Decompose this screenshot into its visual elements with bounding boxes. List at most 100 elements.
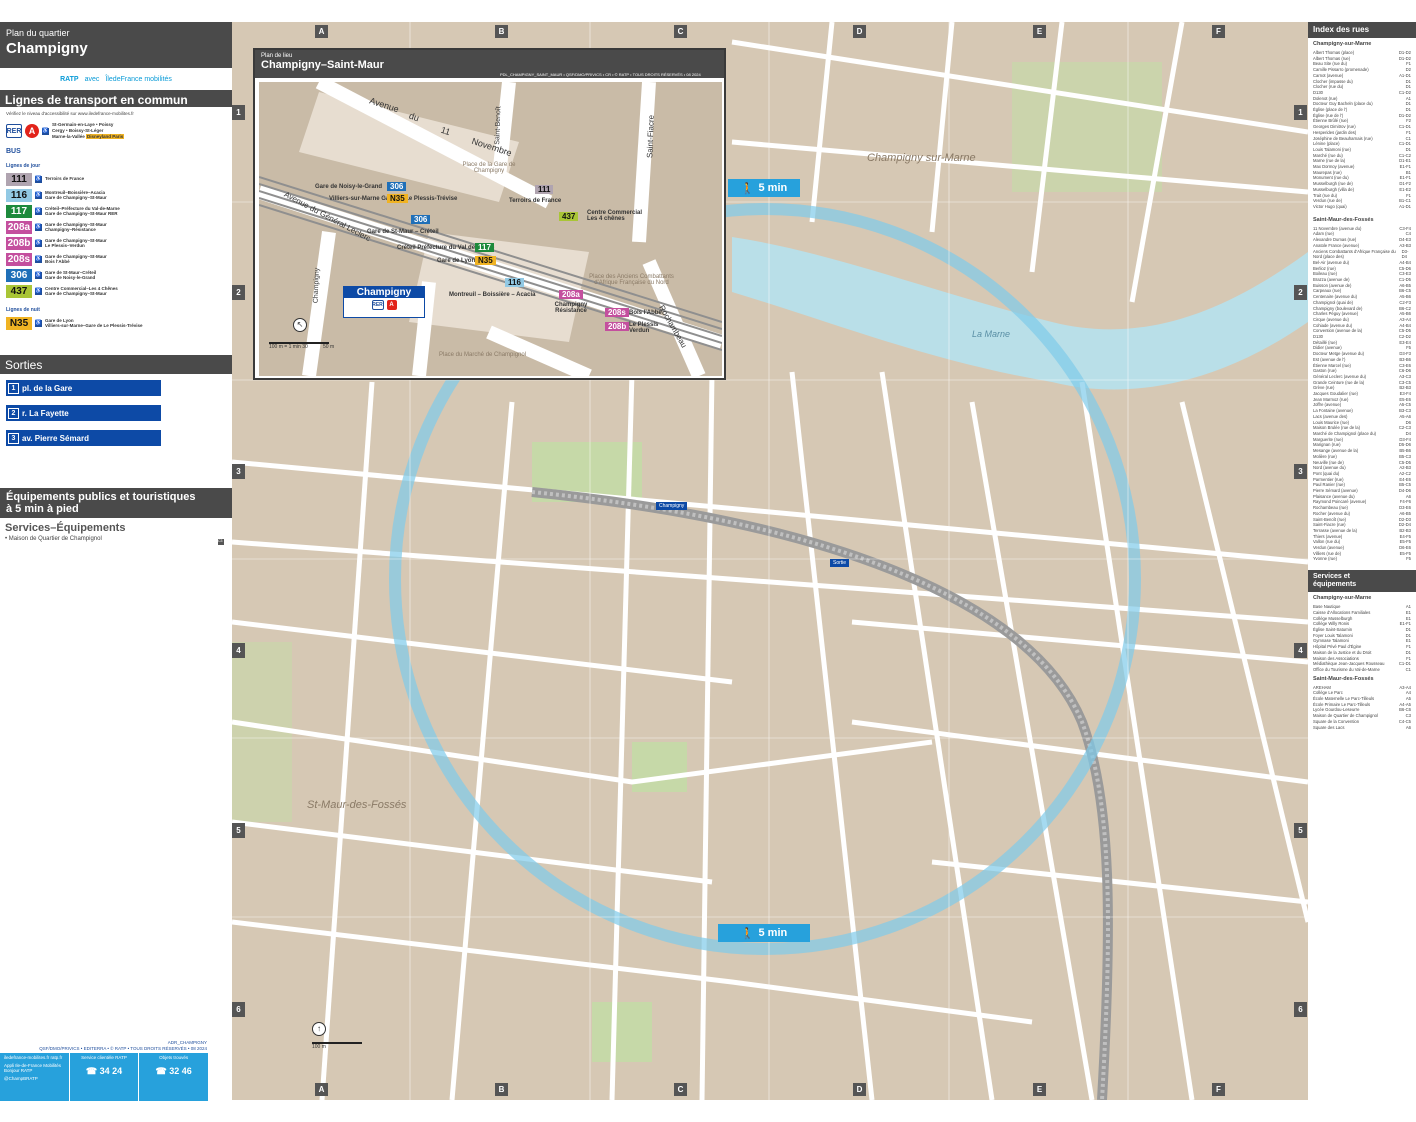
equipment-title: Équipements publics et touristiques à 5 … [0,488,232,518]
footer-links: iledefrance-mobilites.fr ratp.fr Appli I… [0,1053,70,1101]
services-list-stmaur: AREHAM A3-A4 Collège Le Parc A4 École Matern… [1308,685,1416,731]
bus-tag-208s: 208s [605,308,629,317]
bus-line-111[interactable]: 111 ♿ Terroirs de France [0,171,232,187]
bus-line-437[interactable]: 437 ♿ Centre Commercial–Les 4 Chênes Gare d… [0,283,232,299]
sidebar: Plan du quartier Champigny RATP avec Île… [0,22,232,1100]
rer-icon: RER [371,300,384,310]
station-marker[interactable]: Champigny [656,502,688,510]
bus-tag-208a: 208a [559,290,583,299]
bus-tag-306: 306 [387,182,407,191]
inset-scale: ↖ 100 m = 1 min 30 [269,318,329,350]
phone-service[interactable]: ☎ 34 24 [74,1066,135,1077]
exit-marker[interactable]: Sortie [830,559,850,567]
bus-tag-111: 111 [535,185,554,194]
map-scale: ↑ 100 m [312,1022,362,1050]
bus-number: 111 [6,172,32,186]
index-list-stmaur: 11 Novembre (avenue du) C3-F4 Adam (rue) C4… [1308,226,1416,562]
bus-tag-208b: 208b [605,322,630,331]
bus-destination: Gare de Champigny–St-Maur Le Plessis–Verd… [45,237,107,249]
index-entry: Square des Lacs A6 [1313,724,1411,730]
index-entry: Victor Hugo (quai) A1-D1 [1313,203,1411,209]
station-inset: Plan de lieu Champigny–Saint-Maur PDL_CH… [253,48,726,380]
rer-destinations: St-Germain-en-Laye • Poissy Cergy • Bois… [52,122,125,139]
place-champigny: Champigny sur-Marne [867,152,976,164]
grid-row-4-left: 4 [232,643,245,658]
compass-icon: ↑ [312,1022,326,1036]
bus-line-208b[interactable]: 208b ♿ Gare de Champigny–St-Maur Le Plessis… [0,235,232,251]
inset-header: Plan de lieu Champigny–Saint-Maur PDL_CH… [255,50,724,78]
bus-tag-n35: N35 [387,194,408,203]
twitter-handle[interactable]: @ChampBRATP [4,1076,65,1081]
sorties-title: Sorties [0,355,232,374]
grid-col-E-bottom: E [1033,1083,1046,1096]
bus-destination: Gare de St-Maur–Créteil Gare de Noisy-le-… [45,269,97,281]
phone-objets[interactable]: ☎ 32 46 [143,1066,204,1077]
grid-col-D-top: D [853,25,866,38]
exit-1[interactable]: 1 pl. de la Gare [6,380,161,396]
inset-map: Avenue du 11 Novembre Saint-Benoît Saint… [259,82,722,376]
index-list-champigny: Albert Thomas (place) D1-D2 Albert Thomas … [1308,50,1416,210]
inset-station[interactable]: Champigny RER A [343,286,425,318]
services-title: Services–Équipements [5,522,126,534]
logos: RATP avec ÎledeFrance mobilités [0,68,232,90]
web-link[interactable]: iledefrance-mobilites.fr ratp.fr [4,1055,65,1060]
bus-tag-117: 117 [475,243,494,252]
footer-meta: ADR_CHAMPIGNY QSF/DMO/PRIVICS • EDITERRA… [39,1040,207,1051]
grid-row-2-right: 2 [1294,285,1307,300]
services-item: • Maison de Quartier de Champignol [5,536,102,542]
square-convention [632,742,687,792]
service-client: Service clientèle RATP ☎ 34 24 [70,1053,140,1101]
bus-line-306[interactable]: 306 ♿ Gare de St-Maur–Créteil Gare de Noisy… [0,267,232,283]
rer-a-icon: A [25,124,39,138]
accessibility-icon: ♿ [35,223,42,231]
accessibility-icon: ♿ [35,239,42,247]
grid-col-F-bottom: F [1212,1083,1225,1096]
park-south [592,1002,652,1062]
services-ref: C3 [218,539,224,545]
bus-destination: Gare de Champigny–St-Maur Bois l'Abbé [45,253,107,265]
day-lines-label: Lignes de jour [6,163,41,169]
index-entry: Anciens Combattants d'Afrique Française … [1313,248,1409,260]
night-lines-label: Lignes de nuit [6,307,40,313]
grid-row-5-right: 5 [1294,823,1307,838]
walk-5min-bottom: 🚶 5 min [718,924,810,942]
grid-row-6-left: 6 [232,1002,245,1017]
index-entry: Yvonne (rue) F5 [1313,556,1411,562]
bus-number: 208a [6,220,32,234]
compass-icon: ↖ [293,318,307,332]
accessibility-icon: ♿ [35,175,42,183]
bus-destination: Terroirs de France [45,176,85,182]
ratp-logo: RATP [60,75,79,83]
plan-label: Plan du quartier [6,28,70,38]
inset-meta: PDL_CHAMPIGNY_SAINT_MAUR • QSF/DMO/PRIVI… [500,72,701,77]
pedestrian-icon: 🚶 [740,182,755,195]
bus-number: 306 [6,268,32,282]
sidebar-header: Plan du quartier Champigny [0,22,232,68]
bus-line-208a[interactable]: 208a ♿ Gare de Champigny–St-Maur Champigny–… [0,219,232,235]
bus-line-117[interactable]: 117 ♿ Créteil–Préfecture du Val-de-Marne Ga… [0,203,232,219]
bus-destination: Gare de Lyon Villiers-sur-Marne–Gare de L… [45,317,143,329]
bus-number: 208b [6,236,32,250]
services-header: Services et équipements [1308,570,1416,593]
grid-col-D-bottom: D [853,1083,866,1096]
bus-destination: Montreuil–Boissière–Acacia Gare de Champi… [45,189,107,201]
accessibility-icon: ♿ [35,191,42,199]
exit-2[interactable]: 2 r. La Fayette [6,405,161,421]
bus-line-208s[interactable]: 208s ♿ Gare de Champigny–St-Maur Bois l'Abb… [0,251,232,267]
footer-bar: iledefrance-mobilites.fr ratp.fr Appli I… [0,1053,208,1101]
grid-row-6-right: 6 [1294,1002,1307,1017]
place-marne: La Marne [972,329,1011,339]
inset-title: Champigny–Saint-Maur [261,59,384,71]
accessibility-icon: ♿ [35,207,42,215]
lost-objects: Objets trouvés ☎ 32 46 [139,1053,208,1101]
bus-line-116[interactable]: 116 ♿ Montreuil–Boissière–Acacia Gare de Ch… [0,187,232,203]
apps-text: Appli Ile-de-France Mobilités Bonjour RA… [4,1063,62,1073]
exit-3[interactable]: 3 av. Pierre Sémard [6,430,161,446]
bus-line-N35[interactable]: N35 ♿ Gare de Lyon Villiers-sur-Marne–Gare … [0,315,232,331]
grid-row-1-left: 1 [232,105,245,120]
grid-col-C-bottom: C [674,1083,687,1096]
grid-row-5-left: 5 [232,823,245,838]
bus-destination: Créteil–Préfecture du Val-de-Marne Gare d… [45,205,120,217]
bus-label: BUS [6,148,21,155]
idf-mobilites-logo: ÎledeFrance mobilités [105,75,172,83]
